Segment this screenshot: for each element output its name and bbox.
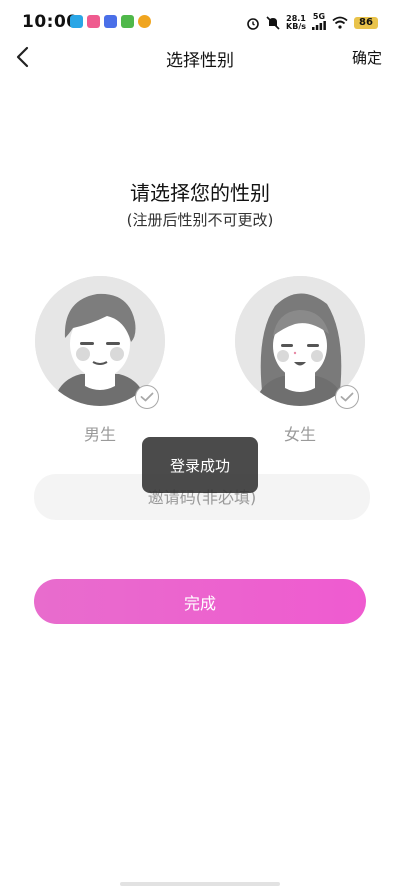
home-indicator[interactable]	[120, 882, 280, 886]
notification-icons	[70, 15, 151, 28]
app-notification-icon	[104, 15, 117, 28]
check-circle-icon	[135, 385, 159, 409]
check-circle-icon	[335, 385, 359, 409]
network-speed-unit: KB/s	[286, 21, 306, 31]
signal-bars-icon	[312, 21, 326, 30]
login-success-toast: 登录成功	[142, 437, 258, 493]
app-notification-icon	[87, 15, 100, 28]
status-indicators: 28.1 KB/s 5G 86	[246, 13, 378, 32]
navigation-bar: 选择性别 确定	[0, 36, 400, 78]
app-notification-icon	[121, 15, 134, 28]
gender-heading: 请选择您的性别	[130, 181, 270, 205]
confirm-button[interactable]: 确定	[352, 47, 382, 68]
signal: 5G	[312, 13, 326, 32]
signal-type: 5G	[312, 12, 326, 21]
done-button[interactable]: 完成	[34, 579, 366, 624]
alarm-icon	[247, 17, 259, 30]
page-title: 选择性别	[166, 51, 234, 71]
app-notification-icon	[138, 15, 151, 28]
app-notification-icon	[70, 15, 83, 28]
female-option[interactable]	[235, 276, 365, 409]
gender-subheading: (注册后性别不可更改)	[126, 211, 274, 229]
network-speed: 28.1 KB/s	[286, 14, 306, 31]
wifi-icon	[332, 16, 348, 29]
mute-icon	[266, 15, 280, 30]
battery-indicator: 86	[354, 16, 378, 29]
male-option[interactable]	[35, 276, 165, 409]
